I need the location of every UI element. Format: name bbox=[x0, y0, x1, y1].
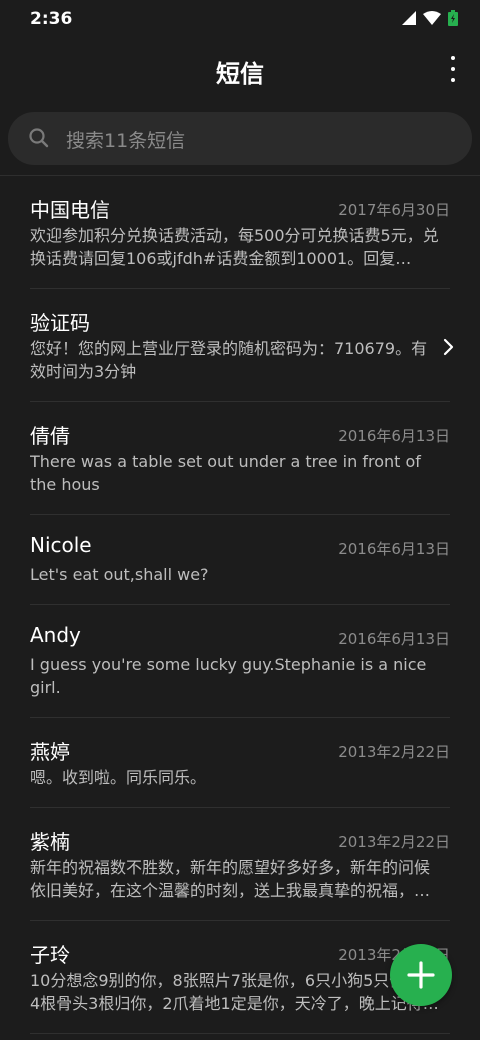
chevron-right-icon bbox=[443, 338, 454, 356]
message-preview: 欢迎参加积分兑换话费活动，每500分可兑换话费5元，兑换话费请回复106或jfd… bbox=[30, 226, 439, 268]
message-preview: 10分想念9别的你，8张照片7张是你，6只小狗5只像你，4根骨头3根归你，2爪着… bbox=[30, 971, 439, 1013]
wifi-icon bbox=[423, 11, 441, 25]
contact-name: 子玲 bbox=[30, 943, 70, 967]
status-icons bbox=[402, 10, 458, 26]
conversation-item[interactable]: 验证码 您好！您的网上营业厅登录的随机密码为：710679。有效时间为3分钟 bbox=[0, 289, 480, 402]
contact-name: 紫楠 bbox=[30, 830, 70, 854]
message-date: 2013年2月22日 bbox=[338, 743, 450, 761]
contact-name: Nicole bbox=[30, 533, 92, 557]
signal-icon bbox=[402, 11, 416, 25]
message-date: 2016年6月13日 bbox=[338, 540, 450, 558]
search-placeholder: 搜索11条短信 bbox=[66, 130, 186, 152]
status-time: 2:36 bbox=[30, 9, 73, 29]
conversation-item[interactable]: 中国电信 2017年6月30日 欢迎参加积分兑换话费活动，每500分可兑换话费5… bbox=[0, 176, 480, 289]
conversation-item[interactable]: 倩倩 2016年6月13日 There was a table set out … bbox=[0, 402, 480, 515]
more-dot bbox=[451, 67, 455, 71]
compose-button[interactable] bbox=[390, 944, 452, 1006]
more-vertical-icon bbox=[451, 56, 455, 60]
message-date: 2013年2月22日 bbox=[338, 833, 450, 851]
message-date: 2017年6月30日 bbox=[338, 201, 450, 219]
message-preview: I guess you're some lucky guy.Stephanie … bbox=[30, 655, 427, 697]
contact-name: 燕婷 bbox=[30, 740, 70, 764]
message-preview: 嗯。收到啦。同乐同乐。 bbox=[30, 768, 207, 787]
divider bbox=[30, 1033, 450, 1034]
more-options-button[interactable] bbox=[448, 56, 458, 82]
conversation-item[interactable]: Andy 2016年6月13日 I guess you're some luck… bbox=[0, 605, 480, 718]
status-bar: 2:36 bbox=[0, 0, 480, 40]
more-dot bbox=[451, 78, 455, 82]
search-icon bbox=[29, 128, 49, 148]
page-title: 短信 bbox=[216, 60, 264, 88]
conversation-item[interactable]: 紫楠 2013年2月22日 新年的祝福数不胜数，新年的愿望好多好多，新年的问候依… bbox=[0, 808, 480, 921]
message-date: 2016年6月13日 bbox=[338, 427, 450, 445]
battery-icon bbox=[448, 10, 458, 26]
message-date: 2016年6月13日 bbox=[338, 630, 450, 648]
contact-name: 验证码 bbox=[30, 311, 90, 335]
screen: 2:36 短信 搜索11条短信 中国电信 2017年6月30日 欢迎参加积分兑换… bbox=[0, 0, 480, 1040]
contact-name: 中国电信 bbox=[30, 198, 110, 222]
conversation-item[interactable]: 燕婷 2013年2月22日 嗯。收到啦。同乐同乐。 bbox=[0, 718, 480, 808]
message-preview: 新年的祝福数不胜数，新年的愿望好多好多，新年的问候依旧美好，在这个温馨的时刻，送… bbox=[30, 858, 431, 900]
plus-icon bbox=[407, 961, 435, 989]
message-preview: Let's eat out,shall we? bbox=[30, 565, 209, 584]
search-input[interactable]: 搜索11条短信 bbox=[8, 112, 472, 165]
app-header: 短信 bbox=[0, 40, 480, 100]
message-preview: 您好！您的网上营业厅登录的随机密码为：710679。有效时间为3分钟 bbox=[30, 339, 428, 381]
conversation-item[interactable]: Nicole 2016年6月13日 Let's eat out,shall we… bbox=[0, 515, 480, 605]
contact-name: Andy bbox=[30, 623, 81, 647]
message-preview: There was a table set out under a tree i… bbox=[30, 452, 421, 494]
contact-name: 倩倩 bbox=[30, 424, 70, 448]
